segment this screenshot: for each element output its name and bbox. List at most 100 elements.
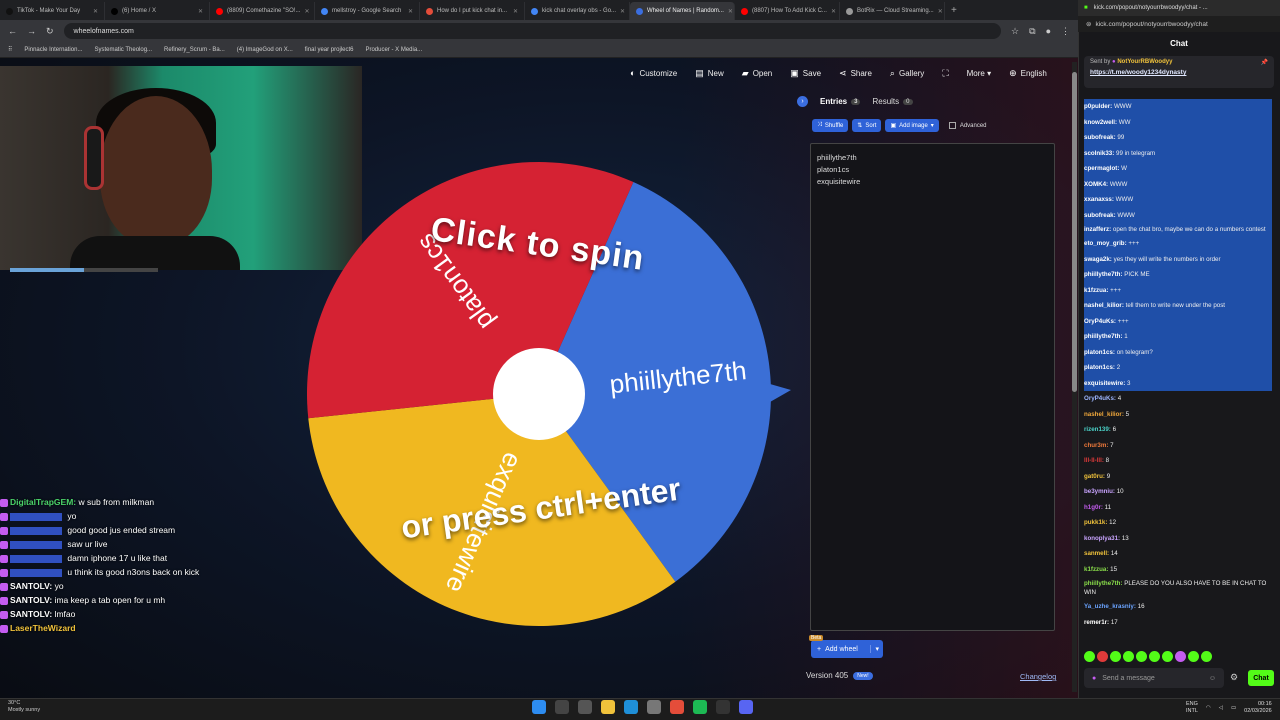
bookmark-item[interactable]: Systematic Theolog... [94, 47, 152, 53]
language-indicator[interactable]: ENG INTL [1186, 701, 1198, 715]
chat-username[interactable]: subofreak: [1084, 212, 1116, 219]
emote-icon[interactable] [1188, 651, 1199, 662]
volume-icon[interactable]: ◁ [1219, 705, 1223, 711]
back-icon[interactable]: ← [8, 26, 17, 36]
toolbar-more-button[interactable]: More ▾ [967, 69, 991, 78]
toolbar-folder-button[interactable]: ▰ Open [742, 68, 773, 79]
chat-username[interactable]: konoplya31: [1084, 535, 1120, 542]
reload-icon[interactable]: ↻ [46, 26, 54, 37]
chat-username[interactable]: exquisitewire: [1084, 380, 1125, 387]
chat-username[interactable]: Ya_uzhe_krasniy: [1084, 603, 1136, 610]
chat-username[interactable]: pukk1k: [1084, 519, 1107, 526]
bookmark-star-icon[interactable]: ☆ [1011, 26, 1019, 37]
chat-username[interactable]: swaga2k: [1084, 256, 1112, 263]
bookmark-item[interactable]: final year projlect6 [305, 47, 354, 53]
chat-message[interactable]: nashel_kilior: 5 [1084, 407, 1272, 423]
browser-tab[interactable]: BotRix — Cloud Streaming... ✕ [840, 2, 945, 20]
add-image-button[interactable]: ▣ Add image ▾ [885, 119, 939, 132]
chat-message[interactable]: platon1cs: on telegram? [1084, 344, 1272, 360]
tab-results[interactable]: Results 0 [872, 97, 913, 106]
close-tab-icon[interactable]: ✕ [408, 8, 413, 15]
close-tab-icon[interactable]: ✕ [93, 8, 98, 15]
emoji-icon[interactable]: ☺ [1209, 675, 1216, 682]
chat-username[interactable]: phiillythe7th: [1084, 580, 1123, 587]
chat-message[interactable]: h1g0r: 11 [1084, 500, 1272, 516]
windows-start-icon[interactable] [532, 700, 546, 714]
changelog-link[interactable]: Changelog [1020, 672, 1056, 681]
close-tab-icon[interactable]: ✕ [305, 8, 310, 15]
emote-icon[interactable] [1136, 651, 1147, 662]
bookmark-item[interactable]: Refinery_Scrum - Ba... [164, 47, 225, 53]
browser-tab[interactable]: (8809) Comethazine "SO!... ✕ [210, 2, 315, 20]
chat-message[interactable]: phiillythe7th: PLEASE DO YOU ALSO HAVE T… [1084, 577, 1272, 599]
close-tab-icon[interactable]: ✕ [728, 8, 733, 15]
emote-icon[interactable] [1084, 651, 1095, 662]
close-tab-icon[interactable]: ✕ [620, 8, 625, 15]
sort-button[interactable]: ⇅ Sort [852, 119, 882, 132]
gear-icon[interactable]: ⚙ [1230, 672, 1238, 683]
chat-message[interactable]: subofreak: 99 [1084, 130, 1272, 146]
chat-message[interactable]: sanmell: 14 [1084, 546, 1272, 562]
bookmark-item[interactable]: Producer - X Media... [365, 47, 422, 53]
close-tab-icon[interactable]: ✕ [831, 8, 836, 15]
bookmark-item[interactable]: (4) ImageGod on X... [237, 47, 293, 53]
chat-message[interactable]: Ya_uzhe_krasniy: 16 [1084, 599, 1272, 615]
chat-username[interactable]: subofreak: [1084, 134, 1116, 141]
chat-message[interactable]: scolnik33: 99 in telegram [1084, 145, 1272, 161]
chat-username[interactable]: cpermaglot: [1084, 165, 1119, 172]
chat-username[interactable]: phiillythe7th: [1084, 333, 1123, 340]
browser-tab[interactable]: (6) Home / X ✕ [105, 2, 210, 20]
chat-message[interactable]: k1fzzua: 15 [1084, 562, 1272, 578]
chat-message[interactable]: xxanaxss: WWW [1084, 192, 1272, 208]
chat-username[interactable]: OryP4uKs: [1084, 395, 1116, 402]
chevron-down-icon[interactable]: ▾ [870, 645, 883, 653]
emote-icon[interactable] [1097, 651, 1108, 662]
toolbar-new-file-button[interactable]: ▤ New [695, 68, 724, 79]
chat-message[interactable]: rizen139: 6 [1084, 422, 1272, 438]
chat-username[interactable]: rizen139: [1084, 426, 1111, 433]
toolbar-fullscreen-button[interactable]: ⛶ [942, 68, 948, 79]
send-chat-button[interactable]: Chat [1248, 670, 1274, 686]
emote-icon[interactable] [1175, 651, 1186, 662]
file-explorer-icon[interactable] [601, 700, 615, 714]
chat-username[interactable]: remer1r: [1084, 619, 1109, 626]
emote-icon[interactable] [1123, 651, 1134, 662]
chat-username[interactable]: phiillythe7th: [1084, 271, 1123, 278]
emote-icon[interactable] [1201, 651, 1212, 662]
chat-message[interactable]: exquisitewire: 3 [1084, 375, 1272, 391]
chat-username[interactable]: lll-ll-lll: [1084, 457, 1104, 464]
store-icon[interactable] [647, 700, 661, 714]
discord-icon[interactable] [739, 700, 753, 714]
emote-icon[interactable] [1110, 651, 1121, 662]
browser-tab[interactable]: (8807) How To Add Kick C... ✕ [735, 2, 840, 20]
emote-icon[interactable] [1149, 651, 1160, 662]
chat-username[interactable]: inzafferz: [1084, 226, 1111, 233]
chat-message[interactable]: know2well: WW [1084, 114, 1272, 130]
chat-message[interactable]: cpermaglot: W [1084, 161, 1272, 177]
shuffle-button[interactable]: ⤨ Shuffle [812, 119, 849, 132]
browser-tab[interactable]: How do I put kick chat in... ✕ [420, 2, 525, 20]
search-icon[interactable] [555, 700, 569, 714]
chat-username[interactable]: p0pulder: [1084, 103, 1112, 110]
pinned-link[interactable]: https://t.me/woody1234dynasty [1090, 69, 1268, 76]
chat-message[interactable]: k1fzzua: +++ [1084, 282, 1272, 298]
chat-message[interactable]: pukk1k: 12 [1084, 515, 1272, 531]
emote-icon[interactable] [1162, 651, 1173, 662]
chat-username[interactable]: h1g0r: [1084, 504, 1103, 511]
toolbar-share-button[interactable]: ⋖ Share [839, 68, 872, 79]
chat-message[interactable]: be3ymniu: 10 [1084, 484, 1272, 500]
chat-message[interactable]: phiillythe7th: 1 [1084, 329, 1272, 345]
chat-message[interactable]: inzafferz: open the chat bro, maybe we c… [1084, 223, 1272, 236]
chrome-icon[interactable] [670, 700, 684, 714]
task-view-icon[interactable] [578, 700, 592, 714]
edge-icon[interactable] [624, 700, 638, 714]
close-tab-icon[interactable]: ✕ [513, 8, 518, 15]
chat-message[interactable]: phiillythe7th: PICK ME [1084, 267, 1272, 283]
browser-tab[interactable]: kick chat overlay obs - Go... ✕ [525, 2, 630, 20]
chat-username[interactable]: scolnik33: [1084, 150, 1114, 157]
apps-icon[interactable]: ⠿ [8, 46, 12, 53]
chat-message[interactable]: chur3m: 7 [1084, 438, 1272, 454]
pin-icon[interactable]: 📌 [1261, 59, 1268, 66]
scrollbar-thumb[interactable] [1072, 72, 1077, 392]
chat-message[interactable]: XOMK4: WWW [1084, 176, 1272, 192]
